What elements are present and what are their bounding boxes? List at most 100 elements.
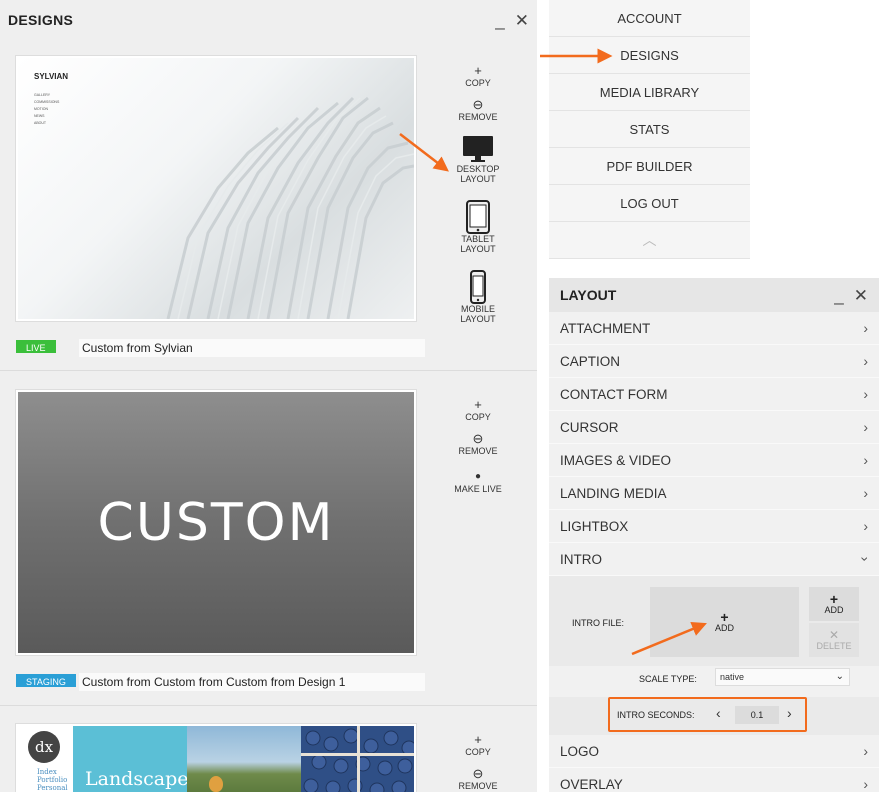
section-images-video[interactable]: IMAGES & VIDEO › <box>549 444 879 477</box>
intro-file-dropzone[interactable]: + ADD <box>650 587 799 657</box>
dx-logo: dx <box>28 731 60 763</box>
thumb-menu-item: ABOUT <box>34 121 47 125</box>
copy-button[interactable]: + COPY <box>465 64 491 88</box>
copy-button[interactable]: + COPY <box>465 398 491 422</box>
desktop-layout-label: DESKTOP LAYOUT <box>456 164 500 184</box>
mobile-layout-label: MOBILE LAYOUT <box>460 304 496 324</box>
thumb-menu-item: Index <box>37 768 57 776</box>
menu-item-account[interactable]: ACCOUNT <box>549 0 750 37</box>
section-label: INTRO <box>560 551 602 567</box>
plus-icon: + <box>720 609 729 625</box>
chevron-right-icon: › <box>863 386 868 402</box>
plus-icon: + <box>829 591 839 607</box>
chevron-down-icon: ⌄ <box>835 671 844 682</box>
mobile-layout-button[interactable]: MOBILE LAYOUT <box>443 270 513 324</box>
section-lightbox[interactable]: LIGHTBOX › <box>549 510 879 543</box>
status-badge-live: LIVE <box>16 340 56 353</box>
mobile-icon <box>470 270 486 304</box>
scale-type-row: SCALE TYPE: native ⌄ <box>549 666 879 697</box>
design-card-landscape: dx Index Portfolio Personal Landscape + … <box>0 706 537 792</box>
chevron-right-icon: › <box>863 353 868 369</box>
section-label: OVERLAY <box>560 776 623 792</box>
design-name[interactable]: Custom from Custom from Custom from Desi… <box>79 673 425 691</box>
remove-label: REMOVE <box>458 112 498 122</box>
blueberries-photo <box>301 726 414 792</box>
minus-circle-icon: ⊖ <box>472 766 484 781</box>
section-cursor[interactable]: CURSOR › <box>549 411 879 444</box>
design-actions: + COPY ⊖ REMOVE DESKTOP LAYOUT TABLET LA… <box>440 64 516 324</box>
section-overlay[interactable]: OVERLAY › <box>549 768 879 792</box>
dot-icon: ● <box>474 471 482 482</box>
section-intro[interactable]: INTRO › <box>549 543 879 576</box>
thumb-sidebar: dx Index Portfolio Personal <box>18 726 73 792</box>
section-label: IMAGES & VIDEO <box>560 452 672 468</box>
balloon-photo <box>187 726 301 792</box>
chevron-right-icon: › <box>863 419 868 435</box>
design-card-custom: CUSTOM + COPY ⊖ REMOVE ● MAKE LIVE STAGI… <box>0 371 537 706</box>
minimize-button[interactable]: _ <box>495 12 504 29</box>
scale-type-select[interactable]: native ⌄ <box>715 668 850 686</box>
chevron-down-icon: › <box>857 556 874 562</box>
section-label: ATTACHMENT <box>560 320 651 336</box>
decrement-chevron-left-icon[interactable]: ‹ <box>716 705 721 721</box>
chevron-right-icon: › <box>863 452 868 468</box>
tablet-layout-button[interactable]: TABLET LAYOUT <box>443 200 513 254</box>
desktop-icon <box>463 136 493 162</box>
section-attachment[interactable]: ATTACHMENT › <box>549 312 879 345</box>
collapse-chevron-up-icon[interactable]: ︿ <box>549 222 750 259</box>
section-logo[interactable]: LOGO › <box>549 735 879 768</box>
landscape-tile: Landscape <box>73 726 188 792</box>
menu-item-media-library[interactable]: MEDIA LIBRARY <box>549 74 750 111</box>
design-thumbnail[interactable]: dx Index Portfolio Personal Landscape <box>16 724 416 792</box>
architecture-photo: SYLVIAN GALLERY COMMISSIONS MOTION NEWS … <box>34 72 414 319</box>
menu-item-pdf-builder[interactable]: PDF BUILDER <box>549 148 750 185</box>
thumb-custom-text: CUSTOM <box>97 492 335 553</box>
design-card-sylvian: SYLVIAN GALLERY COMMISSIONS MOTION NEWS … <box>0 40 537 371</box>
section-label: LOGO <box>560 743 600 759</box>
plus-icon: + <box>474 63 482 78</box>
account-menu: ACCOUNT DESIGNS MEDIA LIBRARY STATS PDF … <box>549 0 750 259</box>
tablet-layout-label: TABLET LAYOUT <box>460 234 496 254</box>
close-button[interactable]: ✕ <box>515 12 529 29</box>
add-file-button[interactable]: + ADD <box>809 587 859 621</box>
thumb-menu-item: GALLERY <box>34 93 51 97</box>
remove-button[interactable]: ⊖ REMOVE <box>458 767 497 791</box>
layout-panel: LAYOUT _ ✕ ATTACHMENT › CAPTION › CONTACT … <box>549 278 879 792</box>
dropzone-add-label: ADD <box>714 623 734 633</box>
section-contact-form[interactable]: CONTACT FORM › <box>549 378 879 411</box>
remove-button[interactable]: ⊖ REMOVE <box>458 98 497 122</box>
design-name[interactable]: Custom from Sylvian <box>79 339 425 357</box>
chevron-right-icon: › <box>863 743 868 759</box>
intro-seconds-row: INTRO SECONDS: ‹ 0.1 › <box>549 697 879 735</box>
section-caption[interactable]: CAPTION › <box>549 345 879 378</box>
section-label: LIGHTBOX <box>560 518 629 534</box>
minimize-button[interactable]: _ <box>834 287 843 304</box>
designs-header: DESIGNS _ ✕ <box>0 0 537 40</box>
desktop-layout-button[interactable]: DESKTOP LAYOUT <box>443 134 513 184</box>
make-live-label: MAKE LIVE <box>454 484 502 494</box>
menu-item-stats[interactable]: STATS <box>549 111 750 148</box>
make-live-button[interactable]: ● MAKE LIVE <box>443 470 513 494</box>
design-thumbnail[interactable]: CUSTOM <box>16 390 416 655</box>
section-label: CAPTION <box>560 353 621 369</box>
close-button[interactable]: ✕ <box>854 287 868 304</box>
menu-item-designs[interactable]: DESIGNS <box>549 37 750 74</box>
section-landing-media[interactable]: LANDING MEDIA › <box>549 477 879 510</box>
copy-label: COPY <box>465 747 491 757</box>
copy-label: COPY <box>465 412 491 422</box>
design-thumbnail[interactable]: SYLVIAN GALLERY COMMISSIONS MOTION NEWS … <box>16 56 416 321</box>
section-label: LANDING MEDIA <box>560 485 667 501</box>
remove-label: REMOVE <box>458 446 498 456</box>
menu-item-log-out[interactable]: LOG OUT <box>549 185 750 222</box>
thumb-menu-item: NEWS <box>34 114 45 118</box>
increment-chevron-right-icon[interactable]: › <box>787 705 792 721</box>
designs-title: DESIGNS <box>8 12 74 28</box>
designs-panel: DESIGNS _ ✕ SYLVIAN GALLERY COMMISSIONS … <box>0 0 537 792</box>
intro-seconds-input[interactable]: 0.1 <box>735 706 779 724</box>
delete-file-button[interactable]: ✕ DELETE <box>809 623 859 657</box>
scale-type-value: native <box>720 672 745 682</box>
copy-button[interactable]: + COPY <box>465 733 491 757</box>
chevron-right-icon: › <box>863 485 868 501</box>
remove-button[interactable]: ⊖ REMOVE <box>458 432 497 456</box>
plus-icon: + <box>474 732 482 747</box>
